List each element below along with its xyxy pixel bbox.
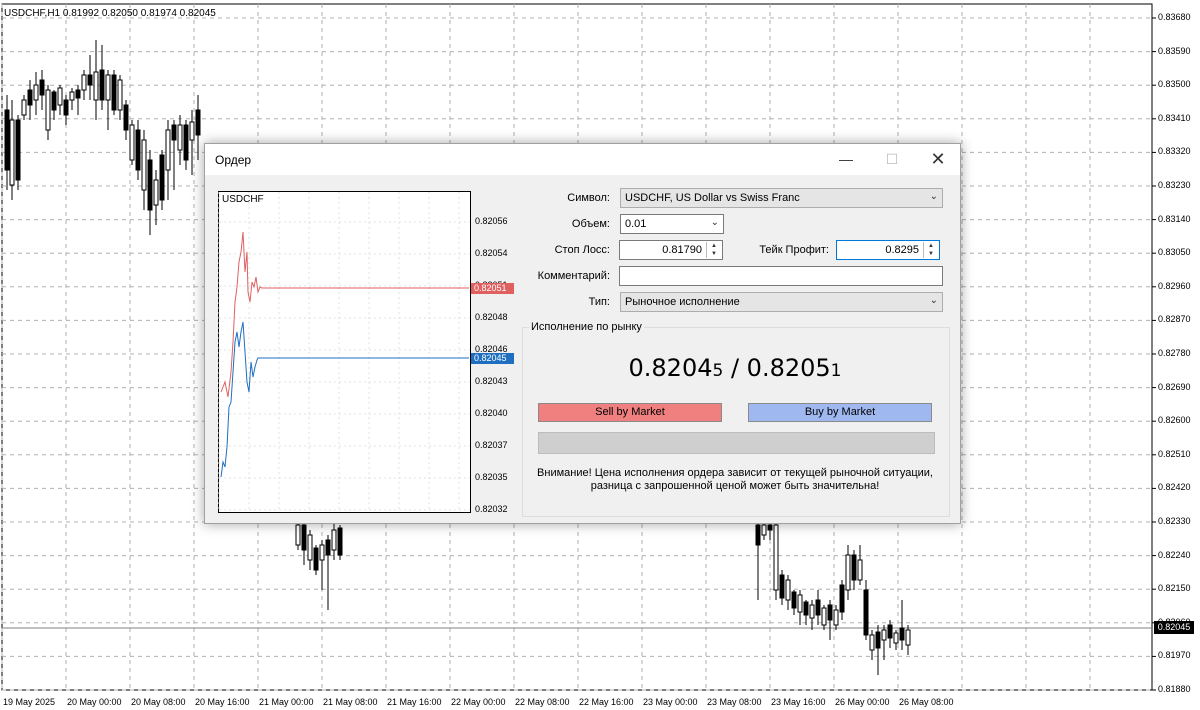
time-axis-label: 23 May 00:00	[643, 697, 698, 707]
time-axis-label: 23 May 16:00	[771, 697, 826, 707]
comment-label: Комментарий:	[537, 270, 610, 282]
last-price-label: 0.82045	[1154, 621, 1194, 634]
tick-chart-axis-label: 0.82056	[475, 216, 508, 226]
time-axis-label: 26 May 08:00	[899, 697, 954, 707]
buy-by-market-button[interactable]: Buy by Market	[748, 403, 932, 422]
type-label: Тип:	[588, 296, 610, 308]
price-axis-label: 0.82510	[1158, 448, 1191, 459]
tick-chart-axis-label: 0.82035	[475, 472, 508, 482]
spin-up-icon[interactable]: ▲	[924, 242, 938, 250]
symbol-value: USDCHF, US Dollar vs Swiss Franc	[625, 192, 800, 204]
ask-price-tag: 0.82051	[471, 283, 514, 294]
price-axis-label: 0.83410	[1158, 112, 1191, 123]
ask-line	[220, 231, 469, 398]
chevron-down-icon: ⌄	[929, 295, 938, 306]
order-dialog: Ордер — ☐ ✕ USDCHF 0.820560.820540.82051…	[204, 143, 961, 524]
take-profit-spinner[interactable]: ▲ ▼	[923, 242, 938, 258]
time-axis-label: 22 May 08:00	[515, 697, 570, 707]
time-axis-label: 22 May 00:00	[451, 697, 506, 707]
price-axis-label: 0.83050	[1158, 247, 1191, 258]
stop-loss-value: 0.81790	[662, 244, 702, 256]
price-axis-label: 0.82690	[1158, 381, 1191, 392]
bid-price: 0.8204	[628, 354, 713, 382]
stop-loss-field[interactable]: 0.81790 ▲ ▼	[619, 240, 723, 260]
time-axis-label: 21 May 16:00	[387, 697, 442, 707]
price-axis-label: 0.82780	[1158, 348, 1191, 358]
stop-loss-label: Стоп Лосс:	[554, 244, 610, 256]
warning-text: Внимание! Цена исполнения ордера зависит…	[522, 467, 948, 493]
order-type-select[interactable]: Рыночное исполнение ⌄	[620, 292, 943, 312]
volume-select[interactable]: 0.01 ⌄	[620, 214, 724, 234]
time-axis-label: 20 May 08:00	[131, 697, 186, 707]
price-separator: /	[723, 354, 747, 382]
take-profit-field[interactable]: 0.8295 ▲ ▼	[836, 240, 940, 260]
time-axis-label: 23 May 08:00	[707, 697, 762, 707]
time-axis-label: 21 May 00:00	[259, 697, 314, 707]
bid-price-tag: 0.82045	[471, 353, 514, 364]
maximize-button[interactable]: ☐	[869, 144, 915, 175]
price-axis-label: 0.83680	[1158, 12, 1191, 22]
ask-price-fraction: 1	[830, 361, 842, 381]
sell-by-market-button[interactable]: Sell by Market	[538, 403, 722, 422]
bid-line	[220, 321, 469, 478]
comment-field[interactable]	[619, 266, 943, 286]
tick-chart: USDCHF 0.820560.820540.820510.820480.820…	[218, 191, 514, 514]
tick-chart-axis-label: 0.82048	[475, 312, 508, 322]
spin-up-icon[interactable]: ▲	[707, 242, 721, 250]
price-axis-label: 0.81970	[1158, 650, 1191, 661]
dialog-titlebar[interactable]: Ордер — ☐ ✕	[205, 144, 960, 175]
tick-chart-axis-label: 0.82054	[475, 248, 508, 258]
tick-chart-lines	[218, 192, 470, 512]
close-button[interactable]: ✕	[915, 144, 961, 175]
dialog-title: Ордер	[215, 153, 252, 167]
symbol-select[interactable]: USDCHF, US Dollar vs Swiss Franc ⌄	[620, 188, 943, 208]
tick-chart-axis-label: 0.82043	[475, 376, 508, 386]
time-axis-label: 20 May 00:00	[67, 697, 122, 707]
volume-value: 0.01	[625, 218, 647, 230]
price-axis-label: 0.83140	[1158, 213, 1191, 224]
price-axis-label: 0.82960	[1158, 280, 1191, 291]
warning-line-1: Внимание! Цена исполнения ордера зависит…	[537, 467, 933, 479]
price-axis-label: 0.82420	[1158, 482, 1191, 493]
execution-progress-bar	[538, 432, 935, 454]
price-axis-label: 0.82600	[1158, 415, 1191, 426]
time-axis-label: 19 May 2025	[3, 697, 56, 707]
symbol-label: Символ:	[567, 192, 610, 204]
bid-price-fraction: 5	[712, 361, 724, 381]
price-axis-label: 0.82330	[1158, 516, 1191, 526]
price-axis-label: 0.82240	[1158, 549, 1191, 560]
price-axis-label: 0.81880	[1158, 684, 1191, 694]
chevron-down-icon: ⌄	[710, 217, 719, 228]
chevron-down-icon: ⌄	[929, 191, 938, 202]
spin-down-icon[interactable]: ▼	[924, 250, 938, 258]
order-type-value: Рыночное исполнение	[625, 296, 740, 308]
stop-loss-spinner[interactable]: ▲ ▼	[706, 242, 721, 258]
price-display: 0.82045 / 0.82051	[522, 354, 948, 382]
price-axis-label: 0.82150	[1158, 583, 1191, 594]
spin-down-icon[interactable]: ▼	[707, 250, 721, 258]
minimize-button[interactable]: —	[823, 144, 869, 175]
price-axis-label: 0.83500	[1158, 79, 1191, 90]
chart-header: USDCHF,H1 0.81992 0.82050 0.81974 0.8204…	[4, 8, 216, 19]
warning-line-2: разница с запрошенной ценой может быть з…	[590, 480, 880, 492]
time-axis-label: 21 May 08:00	[323, 697, 378, 707]
tick-chart-axis-label: 0.82040	[475, 408, 508, 418]
market-execution-label: Исполнение по рынку	[529, 321, 644, 333]
time-axis-label: 26 May 00:00	[835, 697, 890, 707]
price-axis-label: 0.83320	[1158, 146, 1191, 157]
volume-label: Объем:	[571, 218, 610, 230]
time-axis-label: 22 May 16:00	[579, 697, 634, 707]
take-profit-label: Тейк Профит:	[759, 244, 829, 256]
time-axis-label: 20 May 16:00	[195, 697, 250, 707]
take-profit-value: 0.8295	[885, 244, 919, 256]
price-axis-label: 0.83590	[1158, 45, 1191, 56]
ask-price: 0.8205	[746, 354, 831, 382]
tick-chart-axis-label: 0.82037	[475, 440, 508, 450]
price-axis-label: 0.83230	[1158, 180, 1191, 190]
tick-chart-axis-label: 0.82032	[475, 504, 508, 514]
price-axis-label: 0.82870	[1158, 314, 1191, 325]
